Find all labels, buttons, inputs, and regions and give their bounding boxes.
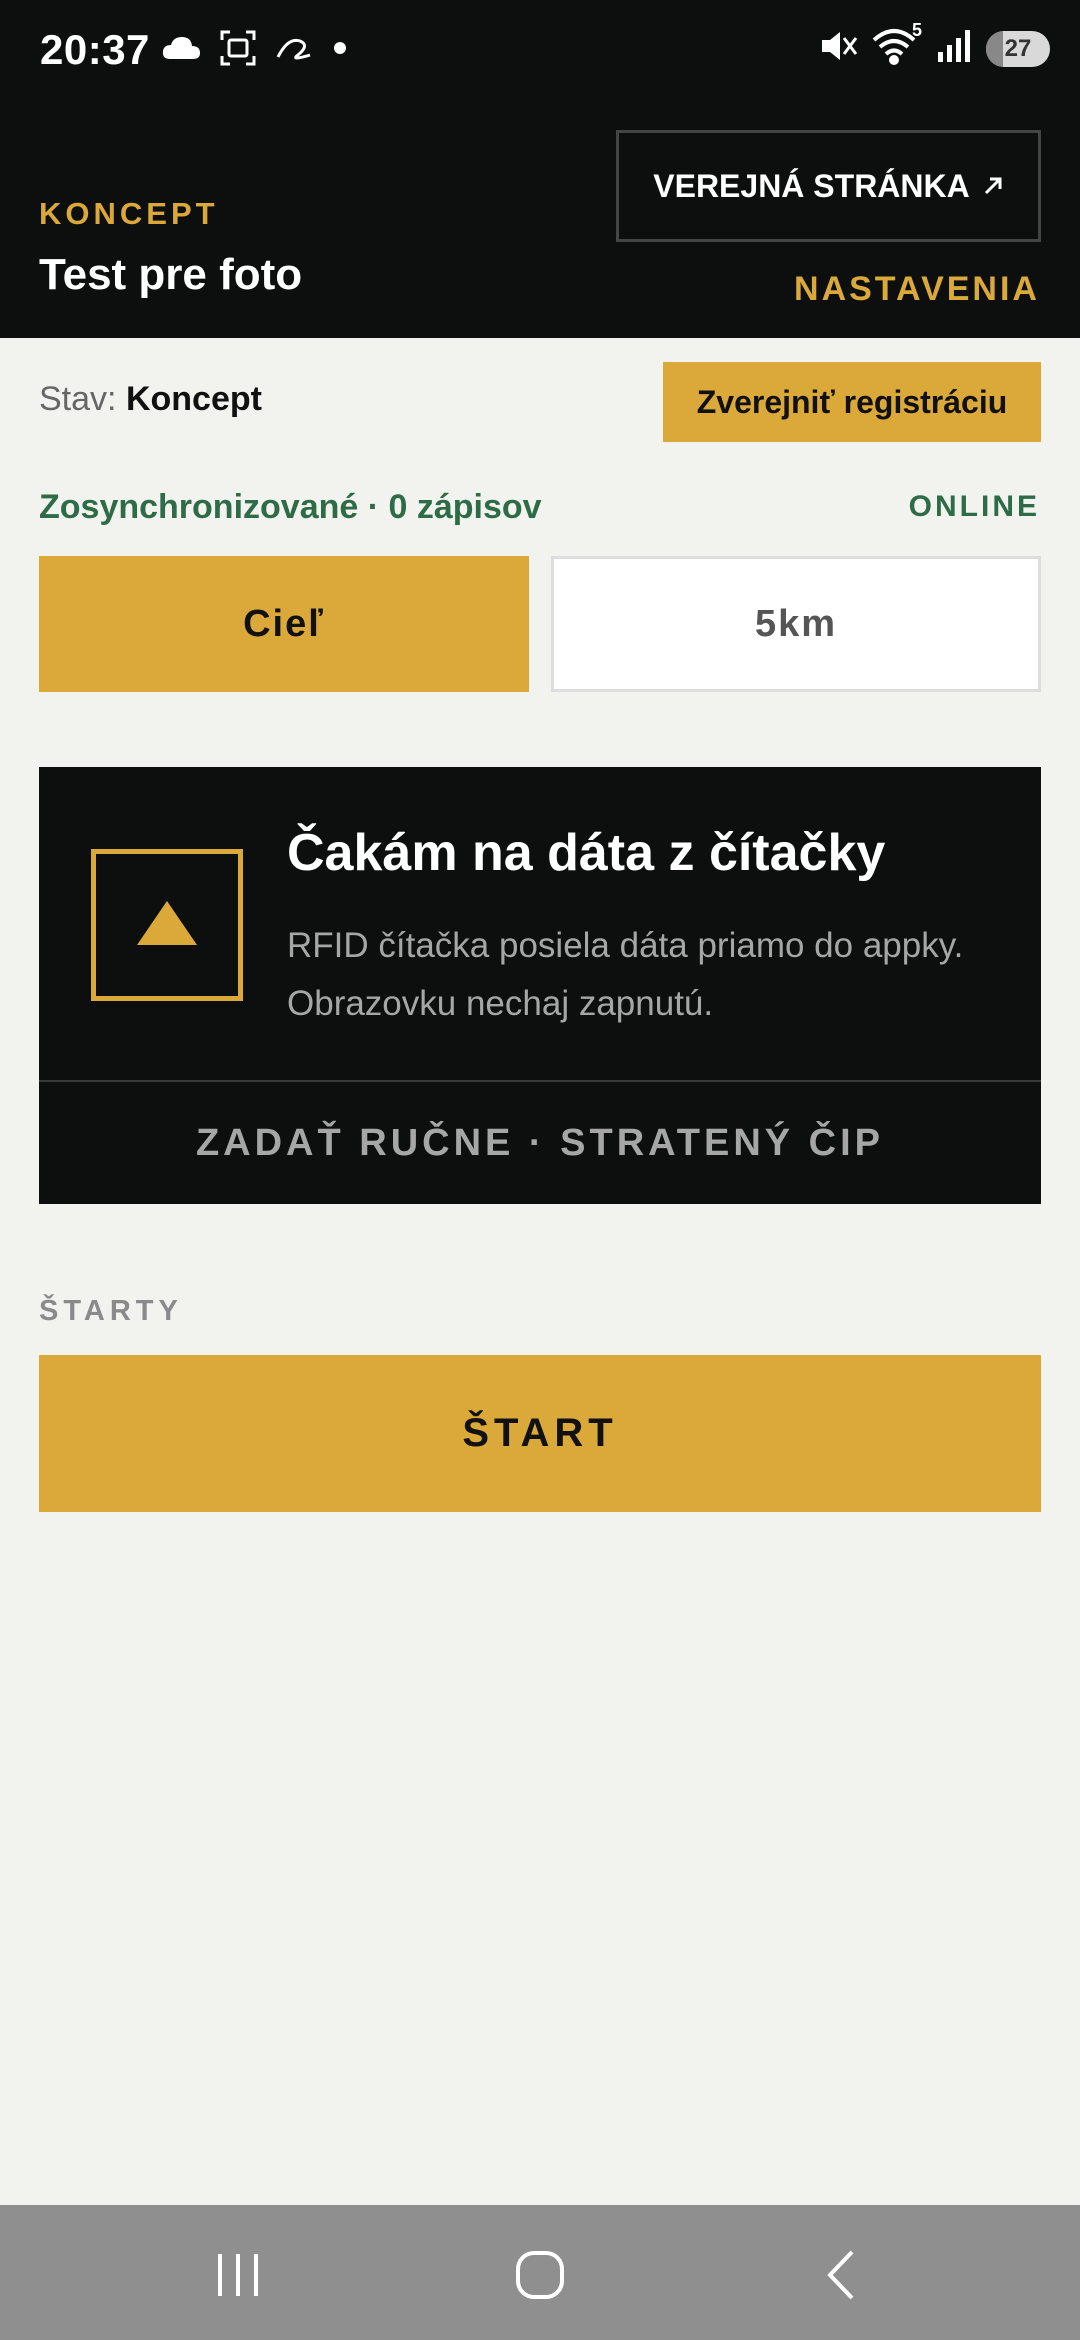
event-header: KONCEPT Test pre foto VEREJNÁ STRÁNKA NA… bbox=[0, 100, 1080, 338]
signal-icon bbox=[936, 28, 972, 69]
system-icons: 5 27 bbox=[818, 20, 1050, 71]
wifi-badge: 5 bbox=[911, 20, 922, 40]
battery-level: 27 bbox=[1004, 34, 1032, 62]
settings-link[interactable]: NASTAVENIA bbox=[794, 270, 1040, 309]
status-bar: 20:37 5 27 bbox=[0, 0, 1080, 100]
connection-status: ONLINE bbox=[908, 490, 1040, 523]
start-button[interactable]: ŠTART bbox=[39, 1355, 1041, 1512]
public-page-label: VEREJNÁ STRÁNKA bbox=[653, 167, 970, 204]
app-icon bbox=[274, 33, 314, 68]
external-arrow-icon bbox=[982, 168, 1004, 205]
starts-section-label: ŠTARTY bbox=[39, 1295, 183, 1327]
triangle-icon bbox=[135, 899, 199, 952]
reader-status-box bbox=[91, 849, 243, 1001]
public-page-button[interactable]: VEREJNÁ STRÁNKA bbox=[616, 130, 1041, 242]
home-icon[interactable] bbox=[500, 2235, 580, 2315]
status-label: Stav: bbox=[39, 380, 117, 418]
notification-icons bbox=[160, 28, 350, 73]
status-value: Koncept bbox=[125, 380, 262, 418]
tab-5km[interactable]: 5km bbox=[551, 556, 1041, 692]
screenshot-icon bbox=[218, 28, 258, 73]
sync-status: Zosynchronizované · 0 zápisov bbox=[39, 488, 542, 526]
event-title: Test pre foto bbox=[39, 250, 303, 299]
reader-card: Čakám na dáta z čítačky RFID čítačka pos… bbox=[39, 767, 1041, 1204]
dot-icon bbox=[330, 38, 350, 63]
status-row: Stav: Koncept bbox=[39, 380, 262, 419]
back-icon[interactable] bbox=[802, 2235, 882, 2315]
tab-finish[interactable]: Cieľ bbox=[39, 556, 529, 692]
battery-fill bbox=[986, 30, 1004, 67]
wifi-icon: 5 bbox=[872, 20, 922, 71]
clock: 20:37 bbox=[40, 26, 150, 73]
mute-icon bbox=[818, 26, 858, 71]
event-status-label: KONCEPT bbox=[39, 196, 219, 231]
divider bbox=[39, 1080, 1041, 1082]
publish-registration-button[interactable]: Zverejniť registráciu bbox=[663, 362, 1041, 442]
manual-entry-button[interactable]: ZADAŤ RUČNE · STRATENÝ ČIP bbox=[39, 1083, 1041, 1204]
system-nav-bar bbox=[0, 2205, 1080, 2340]
cloud-icon bbox=[160, 33, 202, 68]
recent-apps-icon[interactable] bbox=[198, 2235, 278, 2315]
reader-description: RFID čítačka posiela dáta priamo do appk… bbox=[287, 926, 964, 1023]
reader-title: Čakám na dáta z čítačky bbox=[287, 824, 886, 882]
battery-indicator: 27 bbox=[986, 30, 1050, 67]
